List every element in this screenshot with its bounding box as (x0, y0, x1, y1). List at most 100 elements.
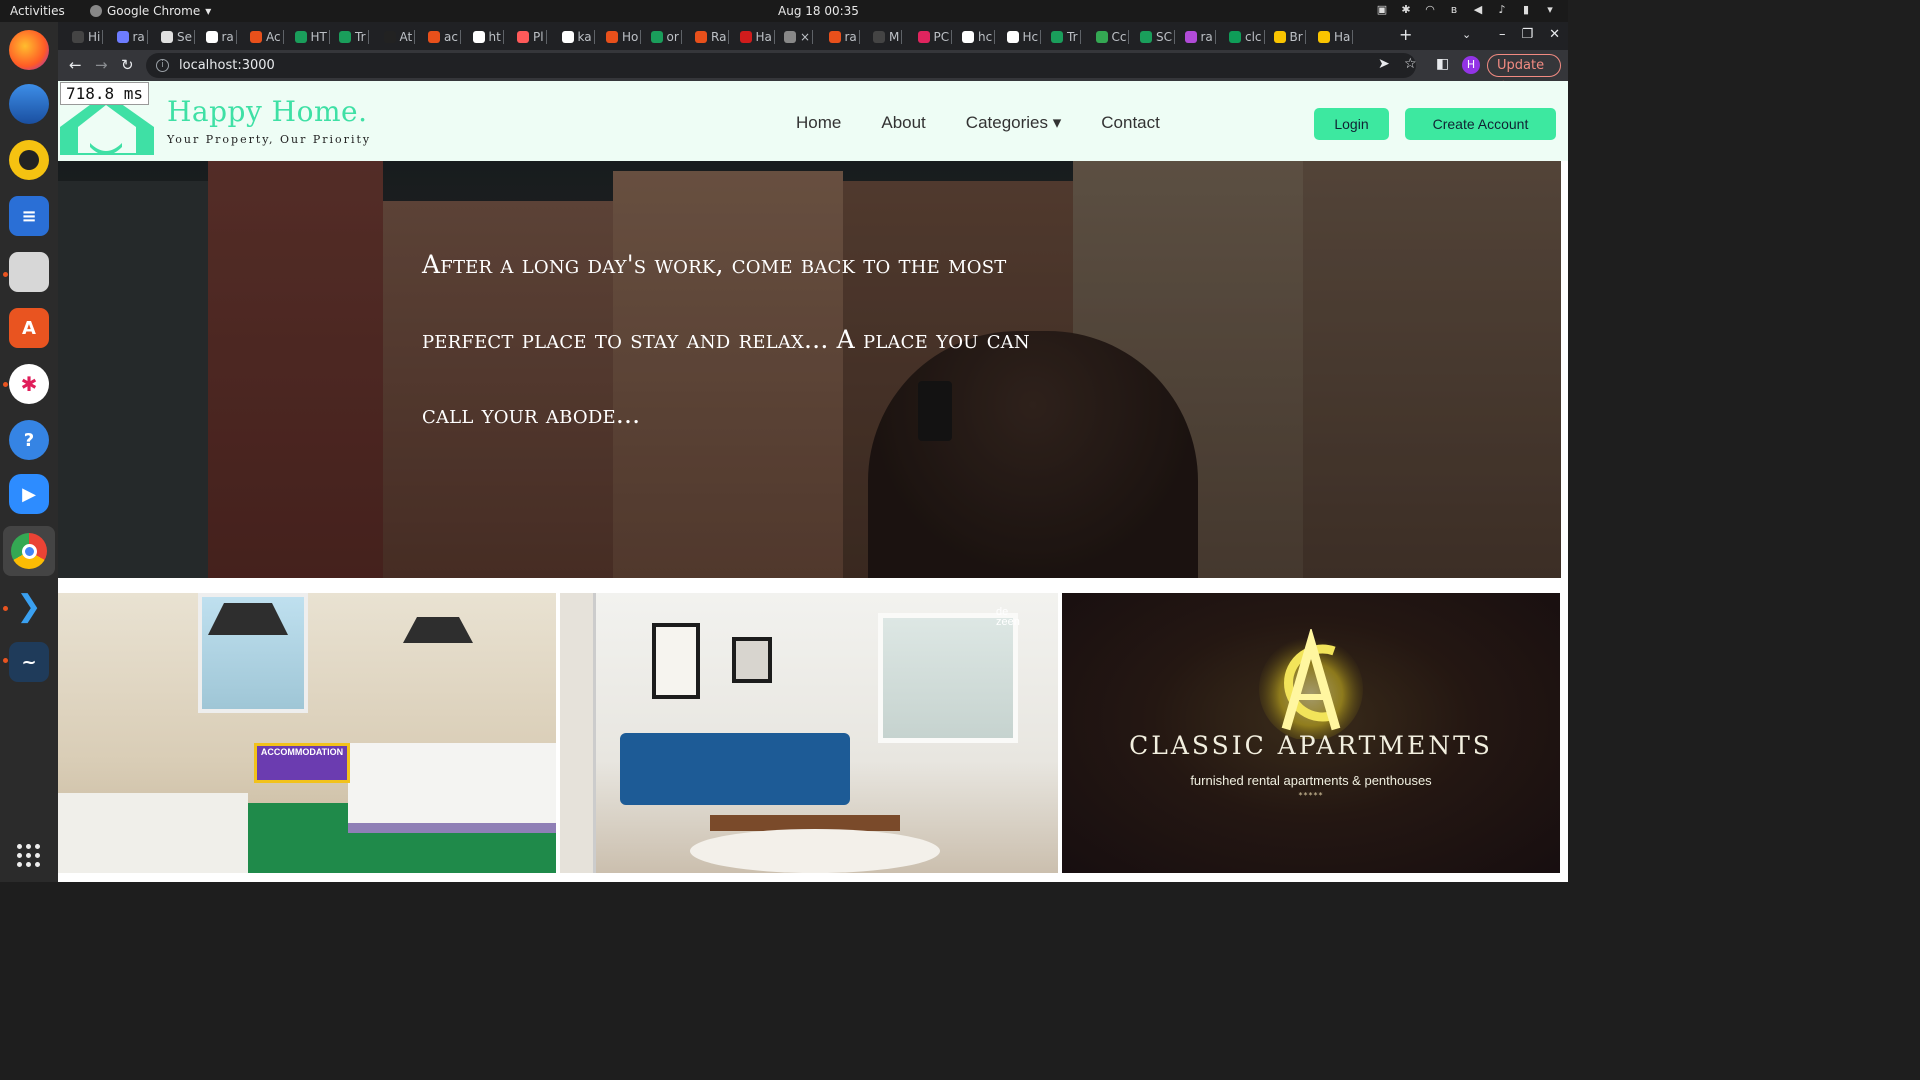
render-timer: 718.8 ms (60, 82, 150, 105)
microphone-icon[interactable]: ♪ (1496, 3, 1508, 17)
browser-tab[interactable]: ra (1184, 26, 1216, 48)
tab-separator (1079, 30, 1081, 44)
bookmark-star-icon[interactable]: ☆ (1404, 56, 1417, 72)
nav-contact[interactable]: Contact (1101, 113, 1160, 133)
tab-title: Pl (533, 30, 544, 44)
help-icon[interactable]: ? (9, 420, 49, 460)
nav-categories[interactable]: Categories ▾ (966, 113, 1061, 133)
property-card-accommodation[interactable]: ACCOMMODATION (58, 593, 556, 873)
browser-tab[interactable]: ra (828, 26, 860, 48)
browser-toolbar: ← → ↻ i localhost:3000 ➤ ☆ ◧ H Update ⋮ (58, 50, 1568, 94)
brand-name[interactable]: Happy Home. (167, 95, 367, 128)
property-card-living-room[interactable]: de zeen (560, 593, 1058, 873)
close-icon[interactable]: ✕ (1549, 27, 1560, 42)
browser-tab[interactable]: Hc (1006, 26, 1042, 48)
create-account-button[interactable]: Create Account (1405, 108, 1556, 140)
card1-bed (58, 793, 248, 873)
zoom-tray-icon[interactable]: ▣ (1376, 3, 1388, 17)
tab-title: Br (1289, 30, 1303, 44)
slack-tray-icon[interactable]: ✱ (1400, 3, 1412, 17)
tab-favicon-icon (472, 31, 485, 43)
tab-title: Hi (88, 30, 101, 44)
tab-favicon-icon (205, 31, 218, 43)
slack-icon[interactable]: ✱ (9, 364, 49, 404)
browser-tab[interactable]: ht (472, 26, 504, 48)
browser-tab[interactable]: Ha (739, 26, 775, 48)
profile-avatar[interactable]: H (1462, 56, 1480, 74)
tab-title: Hc (1022, 30, 1039, 44)
browser-tab[interactable]: Cc (1095, 26, 1130, 48)
site-info-icon[interactable]: i (156, 59, 169, 72)
url-text[interactable]: localhost:3000 (179, 58, 275, 73)
nav-about[interactable]: About (881, 113, 925, 133)
firefox-icon[interactable] (9, 30, 49, 70)
browser-tab[interactable]: Br (1273, 26, 1306, 48)
reload-icon[interactable]: ↻ (121, 56, 134, 74)
property-card-classic-apartments[interactable]: CLASSIC APARTMENTS furnished rental apar… (1062, 593, 1560, 873)
tab-separator (994, 30, 996, 44)
software-icon[interactable]: A (9, 308, 49, 348)
browser-tab[interactable]: PC (917, 26, 953, 48)
writer-icon[interactable]: ≡ (9, 196, 49, 236)
tab-favicon-icon (294, 31, 307, 43)
browser-tab[interactable]: or (650, 26, 682, 48)
rhythmbox-icon[interactable] (9, 140, 49, 180)
browser-tab[interactable]: ka (561, 26, 595, 48)
back-icon[interactable]: ← (69, 56, 82, 74)
update-button[interactable]: Update ⋮ (1487, 54, 1561, 94)
browser-tab[interactable]: Ha (1318, 26, 1354, 48)
send-icon[interactable]: ➤ (1378, 56, 1390, 72)
browser-tab[interactable]: ra (116, 26, 148, 48)
tab-title: Ha (755, 30, 772, 44)
tab-separator (459, 30, 461, 44)
tab-favicon-icon (917, 31, 930, 43)
tab-separator (328, 30, 330, 44)
tab-title: Tr (1067, 30, 1078, 44)
browser-tab[interactable]: HT (294, 26, 330, 48)
browser-tab[interactable]: Tr (1051, 26, 1081, 48)
system-tray[interactable]: ▣ ✱ ◠ ʙ ◀ ♪ ▮ ▾ (1376, 3, 1556, 17)
bluetooth-icon[interactable]: ʙ (1448, 3, 1460, 17)
browser-tab[interactable]: ra (205, 26, 237, 48)
side-panel-icon[interactable]: ◧ (1436, 56, 1449, 72)
new-tab-button[interactable]: + (1399, 25, 1412, 44)
clock[interactable]: Aug 18 00:35 (778, 4, 859, 18)
browser-tab[interactable]: Pl (517, 26, 547, 48)
app-menu[interactable]: Google Chrome ▾ (90, 4, 211, 18)
volume-icon[interactable]: ◀ (1472, 3, 1484, 17)
power-menu-icon[interactable]: ▾ (1544, 3, 1556, 17)
tab-favicon-icon (1318, 31, 1330, 43)
battery-icon[interactable]: ▮ (1520, 3, 1532, 17)
address-bar[interactable]: i localhost:3000 (146, 53, 1416, 78)
vscode-icon[interactable]: ❯ (9, 586, 49, 626)
browser-tab[interactable]: × (784, 26, 814, 48)
thunderbird-icon[interactable] (9, 84, 49, 124)
card2-rug (690, 829, 940, 873)
mysql-workbench-icon[interactable]: ~ (9, 642, 49, 682)
browser-tab[interactable]: SC (1140, 26, 1175, 48)
browser-tab[interactable]: Ra (695, 26, 730, 48)
chevron-down-icon: ▾ (205, 4, 212, 18)
chrome-icon[interactable] (3, 526, 55, 576)
browser-tab[interactable]: hc (962, 26, 996, 48)
browser-tab[interactable]: clc (1229, 26, 1265, 48)
nav-home[interactable]: Home (796, 113, 841, 133)
browser-tab[interactable]: Se (161, 26, 195, 48)
browser-tab[interactable]: Hi (72, 26, 104, 48)
browser-tab[interactable]: Ac (250, 26, 284, 48)
restore-icon[interactable]: ❐ (1521, 27, 1533, 42)
browser-tab[interactable]: Tr (339, 26, 369, 48)
files-icon[interactable] (9, 252, 49, 292)
wifi-icon[interactable]: ◠ (1424, 3, 1436, 17)
tab-search-button[interactable]: ⌄ (1462, 28, 1471, 41)
browser-tab[interactable]: ac (428, 26, 461, 48)
browser-tab[interactable]: M (873, 26, 903, 48)
activities-button[interactable]: Activities (10, 4, 65, 18)
show-apps-icon[interactable] (17, 844, 41, 868)
minimize-icon[interactable]: – (1499, 27, 1506, 42)
zoom-icon[interactable]: ▶ (9, 474, 49, 514)
login-button[interactable]: Login (1314, 108, 1389, 140)
browser-tab[interactable]: Ho (606, 26, 642, 48)
forward-icon[interactable]: → (95, 56, 108, 74)
browser-tab[interactable]: At (383, 26, 416, 48)
